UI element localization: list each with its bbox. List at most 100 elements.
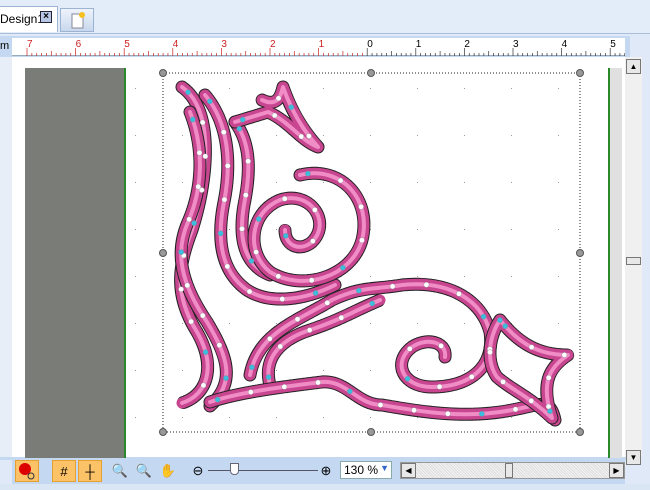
zoom-out-button[interactable]: ⊖ [186, 460, 210, 482]
stitch-node [406, 346, 413, 352]
stitch-node [456, 291, 462, 297]
stitch-node [191, 220, 197, 226]
stitch-node [306, 327, 313, 333]
embroidery-design[interactable] [0, 0, 650, 490]
stitch-node [404, 375, 411, 382]
dropdown-arrow-icon[interactable]: ▼ [380, 463, 389, 473]
stitch-node [282, 233, 289, 239]
stitch-node [245, 158, 251, 165]
stitch-node [199, 312, 206, 319]
stitch-node [502, 323, 508, 329]
stitch-node [312, 290, 319, 296]
stitch-node [236, 125, 243, 132]
stitch-node [315, 379, 321, 386]
stitch-node [340, 264, 346, 271]
stitch-node [196, 149, 203, 156]
show-points-icon[interactable] [15, 460, 39, 482]
stitch-node [271, 112, 278, 119]
stitch-node [224, 263, 231, 270]
stitch-node [310, 238, 316, 244]
zoom-in-button[interactable]: ⊕ [314, 460, 338, 482]
stitch-node [512, 406, 519, 413]
stitch-node [255, 216, 262, 222]
stitch-node [277, 343, 284, 350]
stitch-node [239, 116, 246, 123]
stitch-node [239, 226, 245, 232]
stitch-node [184, 282, 191, 289]
stitch-node [216, 342, 223, 348]
hscroll-thumb[interactable] [505, 463, 513, 478]
stitch-node [178, 286, 184, 293]
scroll-thumb[interactable] [626, 257, 641, 265]
stitch-node [188, 318, 194, 325]
scroll-up-button[interactable]: ▲ [626, 59, 641, 74]
stitch-node [199, 119, 206, 126]
stitch-node [247, 389, 254, 395]
stitch-node [279, 296, 286, 302]
stitch-node [221, 196, 228, 203]
stitch-node [294, 316, 301, 323]
zoom-page-icon[interactable]: 🔍 [108, 460, 132, 482]
stitch-node [281, 195, 288, 202]
stitch-node [438, 343, 444, 349]
stitch-node [248, 258, 255, 264]
stitch-node [479, 411, 485, 417]
stitch-node [214, 396, 221, 403]
stitch-node [275, 95, 282, 102]
stitch-path [484, 314, 574, 424]
stitch-node [308, 277, 315, 284]
zoom-slider[interactable] [208, 470, 318, 471]
stitch-node [445, 410, 451, 417]
stitch-node [338, 314, 345, 321]
stitch-node [545, 403, 552, 410]
stitch-node [369, 300, 375, 307]
guides-icon[interactable]: ┼ [78, 460, 102, 482]
stitch-node [561, 352, 568, 358]
stitch-node [411, 407, 417, 414]
vertical-scrollbar[interactable]: ▲ ▼ [625, 57, 642, 465]
stitch-node [545, 374, 552, 381]
scroll-right-button[interactable]: ▶ [609, 463, 624, 478]
stitch-node [528, 344, 535, 350]
stitch-node [202, 349, 209, 355]
stitch-node [265, 374, 272, 380]
scroll-down-button[interactable]: ▼ [626, 450, 641, 465]
zoom-combo[interactable]: 130 % ▼ [340, 461, 392, 479]
lower-toolbar-edge [0, 484, 650, 490]
stitch-node [195, 183, 202, 190]
stitch-node [359, 237, 365, 244]
zoom-fit-icon[interactable]: 🔍 [132, 460, 156, 482]
stitch-node [224, 163, 231, 169]
stitch-node [267, 335, 273, 342]
stitch-node [389, 283, 396, 290]
stitch-node [423, 281, 430, 288]
stitch-node [306, 133, 312, 139]
stitch-node [217, 230, 224, 237]
stitch-node [436, 383, 443, 390]
stitch-node [223, 375, 229, 381]
stitch-node [487, 349, 493, 356]
stitch-node [305, 170, 311, 177]
stitch-node [377, 402, 384, 408]
grid-icon[interactable]: # [52, 460, 76, 482]
stitch-node [243, 192, 249, 198]
stitch-node [275, 273, 282, 280]
hand-pan-icon[interactable]: ✋ [156, 460, 180, 482]
stitch-node [189, 116, 196, 123]
stitch-node [500, 379, 506, 385]
scroll-left-button[interactable]: ◀ [401, 463, 416, 478]
stitch-node [246, 288, 253, 295]
stitch-node [528, 398, 535, 404]
zoom-slider-thumb[interactable] [230, 463, 239, 475]
stitch-node [220, 129, 227, 135]
stitch-node [186, 216, 192, 223]
stitch-node [480, 313, 487, 320]
stitch-node [202, 153, 209, 160]
stitch-node [312, 207, 318, 213]
stitch-node [207, 98, 213, 105]
zoom-value: 130 % [344, 463, 379, 477]
stitch-node [185, 89, 191, 95]
horizontal-scrollbar[interactable]: ◀ ▶ [400, 462, 625, 479]
stitch-node [547, 408, 553, 415]
stitch-node [253, 249, 259, 255]
